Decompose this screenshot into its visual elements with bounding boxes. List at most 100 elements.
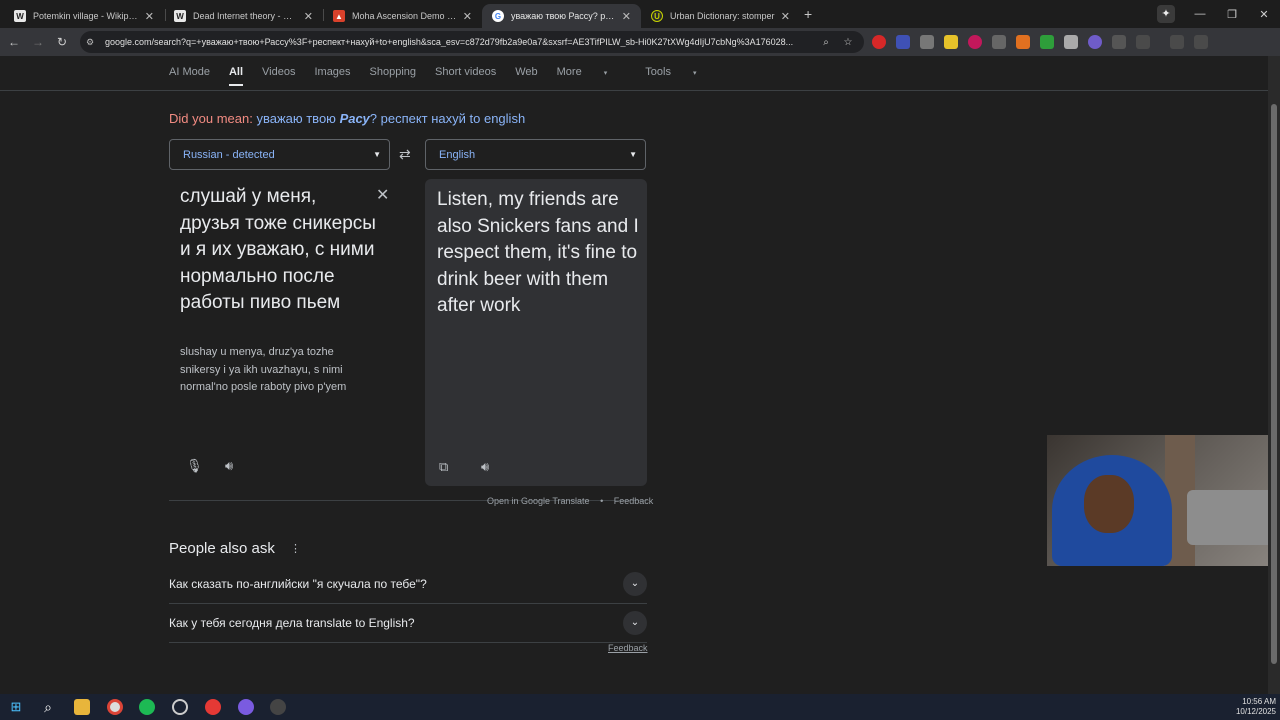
back-icon[interactable]: ← [2, 35, 26, 49]
reload-icon[interactable]: ↻ [50, 35, 74, 49]
extension-icon[interactable] [872, 35, 886, 49]
extension-icon[interactable] [944, 35, 958, 49]
translator-footer: Open in Google Translate • Feedback [487, 496, 661, 506]
target-language-label: English [439, 148, 476, 161]
wikipedia-icon: W [174, 10, 186, 22]
speaker-icon[interactable]: 🔊︎ [225, 458, 233, 474]
system-clock[interactable]: 10:56 AM 10/12/2025 [1236, 697, 1276, 717]
window-controls: — ❐ ✕ [1184, 0, 1280, 28]
zoom-icon[interactable]: ⌕ [815, 37, 837, 48]
tab-title: Urban Dictionary: stomper [670, 11, 775, 21]
bookmark-star-icon[interactable]: ☆ [837, 37, 859, 48]
target-language-select[interactable]: English ▼ [425, 139, 646, 170]
extension-icon[interactable] [1088, 35, 1102, 49]
question-text: Как у тебя сегодня дела translate to Eng… [169, 616, 415, 630]
tab-more[interactable]: More ▾ [557, 66, 627, 86]
swap-languages-icon[interactable]: ⇄ [399, 146, 411, 163]
tab-potemkin-village[interactable]: W Potemkin village - Wikipedia ✕ [4, 4, 164, 28]
feedback-link[interactable]: Feedback [614, 496, 654, 506]
gemini-icon[interactable]: ✦ [1157, 5, 1175, 23]
extension-icon[interactable] [968, 35, 982, 49]
extension-icon[interactable] [1016, 35, 1030, 49]
did-you-mean-label: Did you mean: [169, 111, 253, 126]
suggestion-correction: Расу [339, 111, 370, 126]
browser-toolbar: ← → ↻ ⚙ google.com/search?q=+уважаю+твою… [0, 28, 1280, 77]
tab-videos[interactable]: Videos [262, 66, 295, 86]
forward-icon[interactable]: → [26, 35, 50, 49]
close-icon[interactable]: ✕ [463, 10, 472, 23]
close-icon[interactable]: ✕ [781, 10, 790, 23]
extension-icon[interactable] [1040, 35, 1054, 49]
browser-tab-strip: W Potemkin village - Wikipedia ✕ W Dead … [0, 0, 1280, 28]
search-icon[interactable]: ⌕ [40, 699, 56, 715]
source-language-select[interactable]: Russian - detected ▼ [169, 139, 390, 170]
feedback-link[interactable]: Feedback [608, 643, 648, 653]
close-window-icon[interactable]: ✕ [1248, 8, 1280, 21]
extension-icon[interactable] [1112, 35, 1126, 49]
site-info-icon[interactable]: ⚙ [86, 37, 100, 48]
spotify-icon[interactable] [139, 699, 155, 715]
puzzle-icon[interactable] [1136, 35, 1150, 49]
tab-title: Potemkin village - Wikipedia [33, 11, 139, 21]
new-tab-button[interactable]: + [804, 6, 812, 22]
transliteration-text: slushay u menya, druz'ya tozhe snikersy … [180, 346, 347, 394]
address-bar[interactable]: ⚙ google.com/search?q=+уважаю+твою+Рассу… [80, 31, 864, 53]
extension-icon[interactable] [896, 35, 910, 49]
download-icon[interactable] [992, 35, 1006, 49]
page-scrollbar[interactable] [1268, 56, 1280, 694]
cast-icon[interactable] [1170, 35, 1184, 49]
app-icon[interactable] [238, 699, 254, 715]
tab-ai-mode[interactable]: AI Mode [169, 66, 210, 86]
speaker-icon[interactable]: 🔊︎ [481, 459, 489, 475]
chevron-down-icon[interactable]: ⌄ [623, 611, 647, 635]
flag-icon: ▲ [333, 10, 345, 22]
extension-icon[interactable] [1064, 35, 1078, 49]
source-text-input[interactable]: слушай у меня, друзья тоже сникерсы и я … [180, 184, 380, 317]
dropdown-arrow-icon: ▼ [629, 150, 637, 159]
windows-start-icon[interactable]: ⊞ [8, 699, 24, 715]
source-language-label: Russian - detected [183, 148, 275, 161]
scrollbar-thumb[interactable] [1271, 104, 1277, 664]
paa-question[interactable]: Как у тебя сегодня дела translate to Eng… [169, 604, 647, 643]
open-in-translate-link[interactable]: Open in Google Translate [487, 496, 590, 506]
paa-question[interactable]: Как сказать по-английски "я скучала по т… [169, 565, 647, 604]
copy-icon[interactable]: ⧉ [439, 459, 448, 475]
chrome-icon[interactable] [107, 699, 123, 715]
tab-more-label: More [556, 66, 582, 78]
search-tabs: AI Mode All Videos Images Shopping Short… [169, 66, 735, 86]
did-you-mean-link[interactable]: уважаю твою Расу? респект нахуй to engli… [256, 111, 525, 126]
windows-taskbar: ⊞ ⌕ 10:56 AM 10/12/2025 [0, 694, 1280, 720]
suggestion-text: ? респект нахуй to english [369, 111, 526, 126]
extension-icon[interactable] [920, 35, 934, 49]
obs-icon[interactable] [270, 699, 286, 715]
tab-shopping[interactable]: Shopping [370, 66, 417, 86]
microphone-icon[interactable]: 🎙︎ [186, 458, 203, 474]
tab-urban-dictionary[interactable]: U Urban Dictionary: stomper ✕ [641, 4, 800, 28]
tab-images[interactable]: Images [314, 66, 350, 86]
tab-google-search[interactable]: G уважаю твою Рассу? респект ✕ [482, 4, 641, 28]
app-icon[interactable] [172, 699, 188, 715]
tab-short-videos[interactable]: Short videos [435, 66, 496, 86]
tab-dead-internet-theory[interactable]: W Dead Internet theory - Wikipedia ✕ [164, 4, 323, 28]
media-icon[interactable] [1194, 35, 1208, 49]
tab-tools[interactable]: Tools ▾ [645, 66, 715, 86]
close-icon[interactable]: ✕ [622, 10, 631, 23]
tab-moha-ascension[interactable]: ▲ Moha Ascension Demo results ✕ [323, 4, 482, 28]
file-explorer-icon[interactable] [74, 699, 90, 715]
google-icon: G [492, 10, 504, 22]
streamer-face [1084, 475, 1134, 533]
tab-all[interactable]: All [228, 66, 244, 86]
restore-icon[interactable]: ❐ [1216, 8, 1248, 21]
search-results-page: AI Mode All Videos Images Shopping Short… [0, 56, 1280, 694]
url-text[interactable]: google.com/search?q=+уважаю+твою+Рассу%3… [105, 37, 815, 47]
urban-dictionary-icon: U [651, 10, 663, 22]
more-options-icon[interactable]: ⋮ [290, 542, 301, 555]
close-icon[interactable]: ✕ [304, 10, 313, 23]
tab-web[interactable]: Web [515, 66, 537, 86]
close-icon[interactable]: ✕ [145, 10, 154, 23]
minimize-icon[interactable]: — [1184, 8, 1216, 20]
pokeball-icon[interactable] [205, 699, 221, 715]
chevron-down-icon[interactable]: ⌄ [623, 572, 647, 596]
suggestion-text: уважаю твою [256, 111, 336, 126]
clear-text-icon[interactable]: ✕ [376, 185, 389, 205]
